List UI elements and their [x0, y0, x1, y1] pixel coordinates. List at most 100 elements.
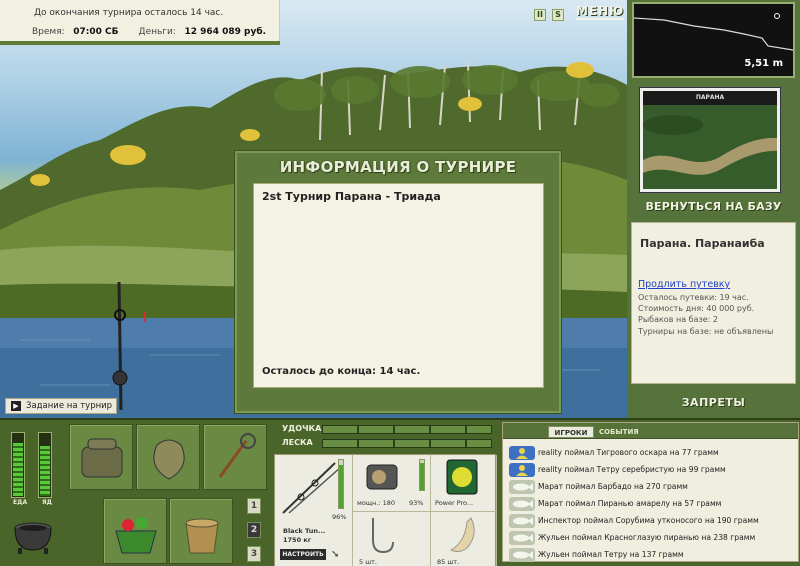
event-text: Жульен поймал Тетру на 137 грамм — [538, 550, 684, 559]
tournaments-status: Турниры на базе: не объявлены — [638, 327, 774, 336]
event-row: reality поймал Тигрового оскара на 77 гр… — [507, 445, 796, 461]
right-sidebar: 5,51 m ПАРАНА ВЕРНУТЬСЯ НА БАЗУ Парана. … — [627, 0, 800, 418]
reel-durability-meter — [419, 459, 425, 491]
event-text: Марат поймал Барбадо на 270 грамм — [538, 482, 688, 491]
tournament-task-button[interactable]: ▶ Задание на турнир — [5, 398, 117, 414]
event-text: Инспектор поймал Сорубима утконосого на … — [538, 516, 759, 525]
poison-meter — [38, 432, 52, 498]
poison-meter-fill — [40, 446, 50, 496]
tune-tackle-button[interactable]: НАСТРОИТЬ — [280, 549, 326, 560]
event-text: reality поймал Тигрового оскара на 77 гр… — [538, 448, 719, 457]
cauldron-icon[interactable] — [10, 516, 56, 556]
events-tabs: ИГРОКИ СОБЫТИЯ — [503, 423, 798, 439]
tab-players[interactable]: ИГРОКИ — [548, 426, 594, 438]
countdown-text: До окончания турнира осталось 14 час. — [34, 8, 224, 18]
sound-icon[interactable]: S — [552, 9, 564, 21]
people-icon — [509, 463, 535, 477]
food-meter-fill — [13, 443, 23, 496]
fish-icon — [509, 480, 535, 494]
money-value: 12 964 089 руб. — [184, 27, 267, 37]
time-money-row: Время: 07:00 СБ Деньги: 12 964 089 руб. — [32, 27, 266, 37]
event-text: Марат поймал Пиранью амарелу на 57 грамм — [538, 499, 722, 508]
fish-icon — [509, 548, 535, 562]
inventory-page-1[interactable]: 1 — [247, 498, 261, 514]
tournament-status-panel: До окончания турнира осталось 14 час. Вр… — [0, 0, 280, 45]
fish-icon — [509, 514, 535, 528]
inventory-slot-sack[interactable] — [136, 424, 200, 490]
inventory-slot-bucket[interactable] — [169, 498, 233, 564]
events-panel: ИГРОКИ СОБЫТИЯ reality поймал Тигрового … — [502, 422, 799, 562]
day-cost: Стоимость дня: 40 000 руб. — [638, 304, 755, 313]
return-to-base-button[interactable]: ВЕРНУТЬСЯ НА БАЗУ — [627, 200, 800, 213]
food-label: ЕДА — [13, 499, 28, 506]
line-label: ЛЕСКА — [282, 438, 313, 447]
line-name: Power Pro... — [435, 499, 474, 507]
bait-count: 85 шт. — [437, 558, 460, 566]
inventory-page-3[interactable]: 3 — [247, 546, 261, 562]
reel-icon — [366, 464, 398, 490]
arrow-down-right-icon: ➘ — [331, 549, 340, 560]
rod-tension-bar — [322, 425, 492, 434]
tournament-remaining: Осталось до конца: 14 час. — [262, 366, 421, 377]
fish-icon — [509, 497, 535, 511]
time-label: Время: — [32, 27, 65, 37]
depth-value: 5,51 m — [744, 58, 783, 69]
fish-icon — [509, 531, 535, 545]
bait-icon — [449, 517, 475, 553]
location-map[interactable]: ПАРАНА — [640, 88, 780, 192]
base-title: Парана. Паранаиба — [640, 237, 765, 250]
bans-button[interactable]: ЗАПРЕТЫ — [627, 396, 800, 409]
inventory-slot-basket[interactable] — [103, 498, 167, 564]
dialog-body: 2st Турнир Парана - Триада Осталось до к… — [253, 183, 544, 388]
tournament-name: 2st Турнир Парана - Триада — [262, 190, 441, 203]
line-spool-icon — [446, 459, 478, 495]
hooks-count: 5 шт. — [359, 558, 378, 566]
top-controls: II S — [534, 6, 564, 24]
line-tension-bar — [322, 439, 492, 448]
reel-power: мощн.: 180 — [357, 499, 395, 507]
menu-button[interactable]: МЕНЮ — [576, 5, 625, 20]
line-cell[interactable]: Power Pro... — [431, 455, 497, 512]
inventory-page-2[interactable]: 2 — [247, 522, 261, 538]
hook-cell[interactable]: 5 шт. — [353, 512, 431, 566]
depth-sonar: 5,51 m — [632, 2, 795, 78]
event-text: reality поймал Тетру серебристую на 99 г… — [538, 465, 726, 474]
anglers-count: Рыбаков на базе: 2 — [638, 315, 718, 324]
food-basket-icon — [115, 517, 157, 554]
event-text: Жульен поймал Красноглазую пиранью на 23… — [538, 533, 756, 542]
event-row: Марат поймал Барбадо на 270 грамм — [507, 479, 796, 495]
inventory-slot-bag[interactable] — [69, 424, 133, 490]
tab-events[interactable]: СОБЫТИЯ — [599, 428, 639, 436]
people-icon — [509, 446, 535, 460]
rod-label: УДОЧКА — [282, 424, 322, 433]
rod-name: Black Tun... — [283, 527, 326, 535]
sack-icon — [153, 439, 185, 480]
reel-percent: 93% — [409, 499, 424, 507]
tournament-info-dialog: ИНФОРМАЦИЯ О ТУРНИРЕ 2st Турнир Парана -… — [234, 150, 562, 414]
permit-remaining: Осталось путевки: 19 час. — [638, 293, 749, 302]
bag-icon — [81, 438, 123, 478]
event-row: Инспектор поймал Сорубима утконосого на … — [507, 513, 796, 529]
event-row: Марат поймал Пиранью амарелу на 57 грамм — [507, 496, 796, 512]
status-divider — [0, 41, 280, 45]
bait-cell[interactable]: 85 шт. — [431, 512, 497, 566]
money-label: Деньги: — [138, 27, 176, 37]
arrow-right-icon: ▶ — [11, 401, 21, 411]
base-info-panel: Парана. Паранаиба Продлить путевку Остал… — [631, 222, 796, 384]
tackle-panel: 96% Black Tun... 1750 кг НАСТРОИТЬ ➘ мощ… — [274, 454, 497, 566]
pause-icon[interactable]: II — [534, 9, 546, 21]
river-map-illustration — [643, 105, 777, 189]
time-value: 07:00 СБ — [73, 27, 119, 37]
food-meter — [11, 432, 25, 498]
task-button-label: Задание на турнир — [26, 401, 113, 411]
landing-net-icon — [218, 433, 256, 478]
rod-weight: 1750 кг — [283, 536, 312, 544]
inventory-slot-net[interactable] — [203, 424, 267, 490]
reel-cell[interactable]: мощн.: 180 93% — [353, 455, 431, 512]
bottom-panel: ЕДА ЯД 1 2 3 УДОЧКА ЛЕСКА 96% Black Tun.… — [0, 418, 800, 566]
rod-cell[interactable]: 96% Black Tun... 1750 кг НАСТРОИТЬ ➘ — [275, 455, 353, 566]
map-header: ПАРАНА — [643, 91, 777, 105]
bucket-icon — [185, 518, 219, 554]
dialog-title: ИНФОРМАЦИЯ О ТУРНИРЕ — [279, 158, 517, 176]
extend-permit-link[interactable]: Продлить путевку — [638, 279, 730, 290]
